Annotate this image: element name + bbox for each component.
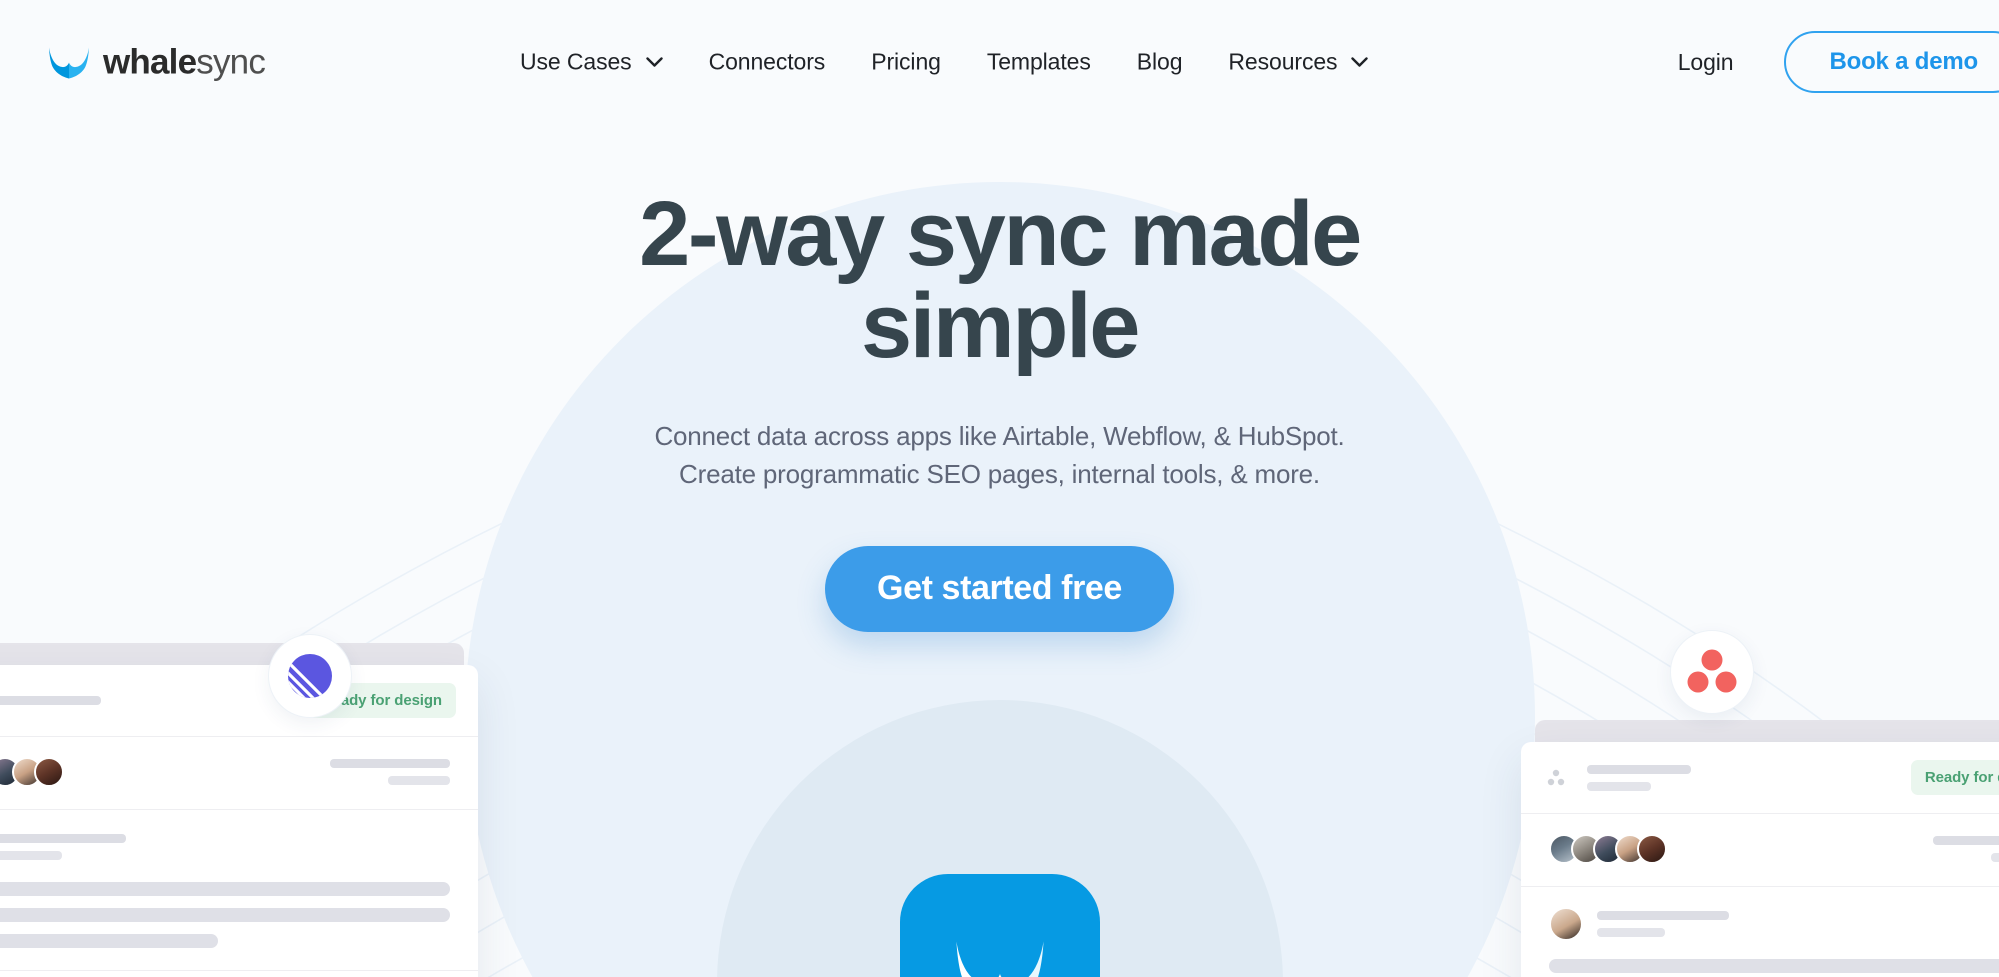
site-logo-text: whalesync <box>103 42 266 82</box>
avatar-stack <box>0 757 64 787</box>
mockup-tabbar <box>1535 720 1999 742</box>
hero-headline: 2-way sync made simple <box>530 188 1470 372</box>
mockup-header-skeleton <box>1587 764 1893 791</box>
nav-item-resources[interactable]: Resources <box>1228 48 1369 76</box>
mockup-row-members <box>0 736 478 809</box>
nav-item-blog[interactable]: Blog <box>1137 49 1183 76</box>
hero-cta-container: Get started free <box>0 545 1999 632</box>
mockup-comment-body <box>1549 959 1999 977</box>
mockup-comment-body <box>0 882 450 948</box>
site-header: whalesync Use Cases Connectors Pricing T… <box>0 0 1999 124</box>
mockup-row-skeleton <box>1933 836 1999 862</box>
nav-label-blog: Blog <box>1136 48 1183 75</box>
login-link[interactable]: Login <box>1678 49 1734 76</box>
avatar <box>34 757 64 787</box>
asana-app-icon <box>1687 649 1737 693</box>
avatar <box>1549 907 1583 941</box>
mockup-row-comment <box>1521 886 1999 977</box>
mockup-tabbar <box>0 643 464 665</box>
hero-subtitle-line-1: Connect data across apps like Airtable, … <box>654 421 1345 451</box>
mockup-comment-skeleton <box>1597 911 1999 937</box>
mockup-comment-head <box>1549 907 1999 941</box>
hero-headline-line-2: simple <box>860 275 1140 377</box>
chevron-down-icon <box>1351 57 1369 67</box>
app-mockup-right: Ready for design <box>1521 720 1999 977</box>
mockup-row-comment-2 <box>0 970 478 977</box>
hero-subtitle: Connect data across apps like Airtable, … <box>0 417 1999 494</box>
logo-word-whale: whale <box>103 42 197 82</box>
nav-label-connectors: Connectors <box>708 48 826 75</box>
hero-subtitle-line-2: Create programmatic SEO pages, internal … <box>679 459 1320 490</box>
whalesync-leaf-logo-icon <box>49 47 89 78</box>
chevron-down-icon <box>645 57 663 67</box>
hero-headline-line-1: 2-way sync made <box>639 183 1362 285</box>
mockup-card-header: Ready for design <box>1521 742 1999 813</box>
mockup-row-skeleton <box>330 759 450 785</box>
app-mockup-left: Ready for design <box>0 643 478 977</box>
nav-label-templates: Templates <box>986 48 1091 75</box>
header-actions: Login Book a demo <box>1678 31 1999 93</box>
mockup-comment-skeleton <box>0 834 450 860</box>
nav-label-resources: Resources <box>1228 48 1338 75</box>
whalesync-app-badge <box>899 874 1100 977</box>
nav-item-templates[interactable]: Templates <box>987 49 1091 76</box>
book-a-demo-button[interactable]: Book a demo <box>1783 31 1999 93</box>
nav-item-use-cases[interactable]: Use Cases <box>520 49 663 76</box>
linear-app-badge <box>268 634 352 718</box>
mockup-comment-head <box>0 830 450 864</box>
mockup-card: Ready for design <box>0 665 478 977</box>
logo-word-sync: sync <box>196 42 266 82</box>
site-logo[interactable]: whalesync <box>48 42 266 82</box>
mockup-card: Ready for design <box>1521 742 1999 977</box>
mockup-row-comment <box>0 809 478 970</box>
asana-app-badge <box>1670 630 1754 714</box>
landing-page: whalesync Use Cases Connectors Pricing T… <box>0 0 1999 977</box>
nav-label-pricing: Pricing <box>871 48 941 75</box>
nav-item-pricing[interactable]: Pricing <box>871 49 941 76</box>
avatar-stack <box>1549 834 1667 864</box>
get-started-free-button[interactable]: Get started free <box>825 545 1174 632</box>
nav-label-use-cases: Use Cases <box>520 48 632 75</box>
whalesync-app-icon <box>955 941 1044 977</box>
linear-app-icon <box>288 654 332 698</box>
mockup-row-members <box>1521 813 1999 886</box>
mockup-card-header: Ready for design <box>0 665 478 736</box>
avatar <box>1637 834 1667 864</box>
status-badge: Ready for design <box>1910 760 1999 795</box>
asana-dots-icon <box>1547 769 1565 785</box>
mockup-header-skeleton <box>0 696 290 705</box>
nav-item-connectors[interactable]: Connectors <box>709 49 826 76</box>
main-navigation: Use Cases Connectors Pricing Templates B… <box>520 48 1369 76</box>
hero-section: 2-way sync made simple Connect data acro… <box>0 188 1999 632</box>
